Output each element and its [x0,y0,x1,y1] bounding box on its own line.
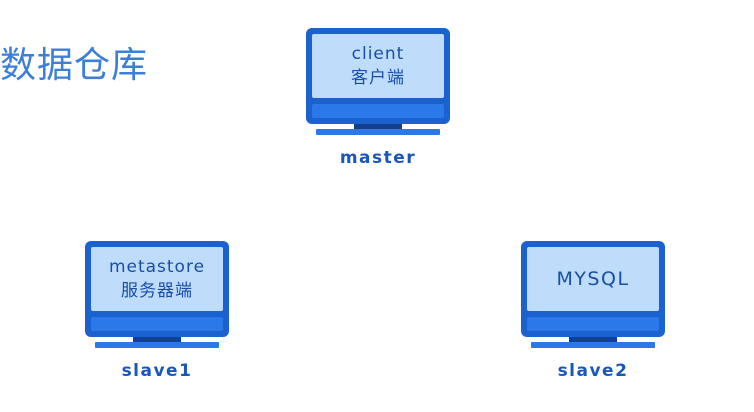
monitor-bezel [312,104,444,118]
screen-line-1: metastore [108,257,206,277]
node-label: slave2 [557,361,629,381]
monitor-bezel [527,317,659,331]
node-label: slave1 [121,361,193,381]
screen-line-1: MYSQL [556,268,630,290]
monitor-base [95,342,219,348]
monitor-icon: MYSQL [521,241,665,337]
monitor-bezel [91,317,223,331]
screen-line-2: 服务器端 [121,281,193,301]
monitor-screen: client 客户端 [312,34,444,98]
node-label: master [339,148,417,168]
monitor-screen: metastore 服务器端 [91,247,223,311]
screen-line-2: 客户端 [351,68,405,88]
monitor-icon: metastore 服务器端 [85,241,229,337]
monitor-base [316,129,440,135]
screen-line-1: client [351,44,405,64]
monitor-base [531,342,655,348]
diagram-canvas: 数据仓库 client 客户端 master metastore 服务器端 sl… [0,0,754,412]
monitor-icon: client 客户端 [306,28,450,124]
page-title: 数据仓库 [0,45,149,86]
monitor-screen: MYSQL [527,247,659,311]
